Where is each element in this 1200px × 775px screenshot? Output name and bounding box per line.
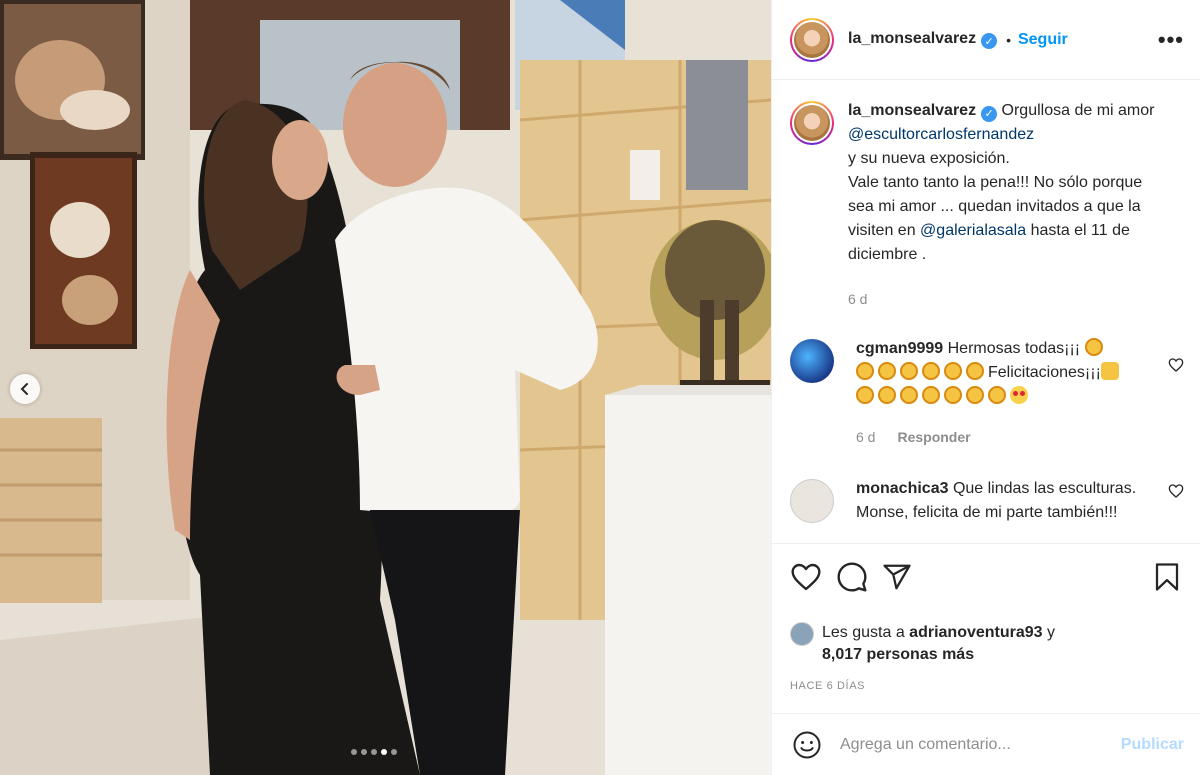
caption: la_monsealvarez ✓ Orgullosa de mi amor @e…: [790, 99, 1184, 311]
carousel-indicator: [351, 749, 397, 755]
clapping-hands-icon: [966, 362, 984, 380]
commenter-avatar[interactable]: [790, 479, 834, 523]
clapping-hands-icon: [922, 362, 940, 380]
clapping-hands-icon: [988, 386, 1006, 404]
comment-username[interactable]: monachica3: [856, 480, 948, 497]
clapping-hands-icon: [878, 362, 896, 380]
verified-icon: ✓: [981, 33, 998, 50]
likes-prefix: Les gusta a: [822, 624, 910, 641]
comment-item: monachica3 Que lindas las esculturas. Mo…: [790, 477, 1184, 525]
caption-username[interactable]: la_monsealvarez: [848, 102, 976, 119]
carousel-dot: [371, 749, 377, 755]
clapping-hands-icon: [1084, 338, 1103, 356]
commenter-avatar[interactable]: [790, 339, 834, 383]
comment-username[interactable]: cgman9999: [856, 340, 943, 357]
caption-avatar[interactable]: [790, 101, 834, 145]
smile-icon: [793, 731, 821, 758]
carousel-dot: [381, 749, 387, 755]
comments-list[interactable]: la_monsealvarez ✓ Orgullosa de mi amor @e…: [772, 81, 1200, 543]
previous-photo-button[interactable]: [10, 374, 40, 404]
separator: •: [1006, 31, 1011, 48]
save-button[interactable]: [1152, 561, 1182, 593]
more-options-button[interactable]: •••: [1158, 27, 1184, 53]
like-comment-icon[interactable]: [1168, 357, 1184, 373]
clapping-hands-icon: [944, 386, 962, 404]
raising-hands-icon: [1100, 362, 1119, 380]
action-icons: [790, 558, 1182, 596]
post-actions: Les gusta a adrianoventura93 y 8,017 per…: [772, 543, 1200, 692]
post-header: la_monsealvarez ✓ • Seguir •••: [772, 0, 1200, 80]
likes-count[interactable]: 8,017 personas más: [822, 646, 974, 663]
heart-eyes-icon: [1010, 386, 1028, 404]
reply-button[interactable]: Responder: [897, 425, 970, 449]
author-username[interactable]: la_monsealvarez ✓: [848, 30, 998, 50]
publish-button[interactable]: Publicar: [1121, 736, 1184, 754]
clapping-hands-icon: [856, 362, 874, 380]
caption-time[interactable]: 6 d: [848, 287, 867, 311]
like-button[interactable]: [790, 561, 822, 593]
photo-scene: [0, 0, 771, 775]
post-photo[interactable]: [0, 0, 771, 775]
liker-username[interactable]: adrianoventura93: [909, 624, 1042, 641]
mention-escultor[interactable]: @escultorcarlosfernandez: [848, 126, 1034, 143]
post-sidebar: la_monsealvarez ✓ • Seguir ••• la_monseal…: [771, 0, 1200, 775]
carousel-dot: [361, 749, 367, 755]
comment-input[interactable]: [840, 735, 1121, 754]
instagram-post: la_monsealvarez ✓ • Seguir ••• la_monseal…: [0, 0, 1200, 775]
post-timestamp[interactable]: HACE 6 DÍAS: [790, 680, 1182, 692]
chevron-left-icon: [20, 383, 28, 395]
comment-text-2: Felicitaciones¡¡¡: [988, 364, 1101, 381]
heart-icon: [791, 563, 821, 591]
likes-summary: Les gusta a adrianoventura93 y 8,017 per…: [790, 622, 1182, 666]
liker-avatar[interactable]: [790, 622, 814, 646]
comment-icon: [837, 562, 867, 592]
verified-icon: ✓: [981, 106, 998, 122]
share-button[interactable]: [882, 562, 912, 592]
likes-joiner: y: [1042, 624, 1056, 641]
clapping-hands-icon: [922, 386, 940, 404]
clapping-hands-icon: [966, 386, 984, 404]
clapping-hands-icon: [944, 362, 962, 380]
like-comment-icon[interactable]: [1168, 483, 1184, 499]
clapping-hands-icon: [900, 362, 918, 380]
caption-text-2: y su nueva exposición.: [848, 150, 1010, 167]
comment-button[interactable]: [836, 561, 868, 593]
follow-button[interactable]: Seguir: [1018, 31, 1068, 49]
bookmark-icon: [1155, 563, 1179, 591]
emoji-button[interactable]: [792, 730, 822, 760]
mention-galeria[interactable]: @galerialasala: [920, 222, 1026, 239]
author-avatar[interactable]: [790, 17, 834, 62]
add-comment-bar: Publicar: [772, 713, 1200, 775]
carousel-dot: [351, 749, 357, 755]
comment-time[interactable]: 6 d: [856, 425, 875, 449]
carousel-dot: [391, 749, 397, 755]
clapping-hands-icon: [878, 386, 896, 404]
comment-item: cgman9999 Hermosas todas¡¡¡ Felicitacion…: [790, 337, 1184, 449]
comment-text: Hermosas todas¡¡¡: [947, 340, 1085, 357]
caption-text-1: Orgullosa de mi amor: [1001, 102, 1155, 119]
share-icon: [883, 564, 911, 590]
clapping-hands-icon: [900, 386, 918, 404]
clapping-hands-icon: [856, 386, 874, 404]
